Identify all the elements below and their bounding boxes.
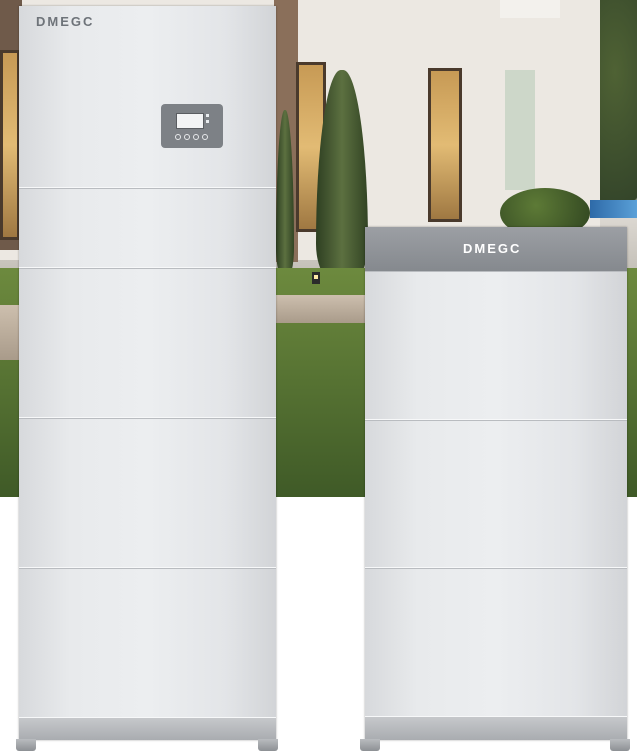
right-storage-unit: DMEGC xyxy=(365,227,627,740)
foot-right-1 xyxy=(360,739,380,751)
unit-base-left xyxy=(19,718,276,740)
foot-right-2 xyxy=(610,739,630,751)
opening-garden xyxy=(505,70,535,190)
battery-module-3 xyxy=(19,418,276,568)
brand-logo-left: DMEGC xyxy=(36,14,95,29)
panel-button-3[interactable] xyxy=(193,134,199,140)
lcd-screen xyxy=(176,113,204,129)
left-storage-unit: DMEGC xyxy=(19,6,276,740)
foot-left-1 xyxy=(16,739,36,751)
pool xyxy=(590,200,637,218)
brand-logo-right: DMEGC xyxy=(463,241,522,256)
foot-left-2 xyxy=(258,739,278,751)
garden-lamp xyxy=(312,272,320,284)
battery-module-right-1 xyxy=(365,271,627,420)
garden-path xyxy=(276,295,366,323)
battery-module-2 xyxy=(19,268,276,418)
panel-button-2[interactable] xyxy=(184,134,190,140)
building-roof-edge xyxy=(500,0,560,18)
battery-module-right-3 xyxy=(365,568,627,717)
window-left xyxy=(0,50,20,240)
control-panel[interactable] xyxy=(161,104,223,148)
panel-button-4[interactable] xyxy=(202,134,208,140)
inverter-module xyxy=(19,6,276,188)
battery-module-1 xyxy=(19,188,276,268)
window-right xyxy=(428,68,462,222)
status-led-2 xyxy=(206,120,209,123)
battery-module-right-2 xyxy=(365,420,627,568)
status-led-1 xyxy=(206,114,209,117)
garden-path-left xyxy=(0,305,20,360)
battery-module-4 xyxy=(19,568,276,718)
panel-button-1[interactable] xyxy=(175,134,181,140)
unit-base-right xyxy=(365,717,627,740)
